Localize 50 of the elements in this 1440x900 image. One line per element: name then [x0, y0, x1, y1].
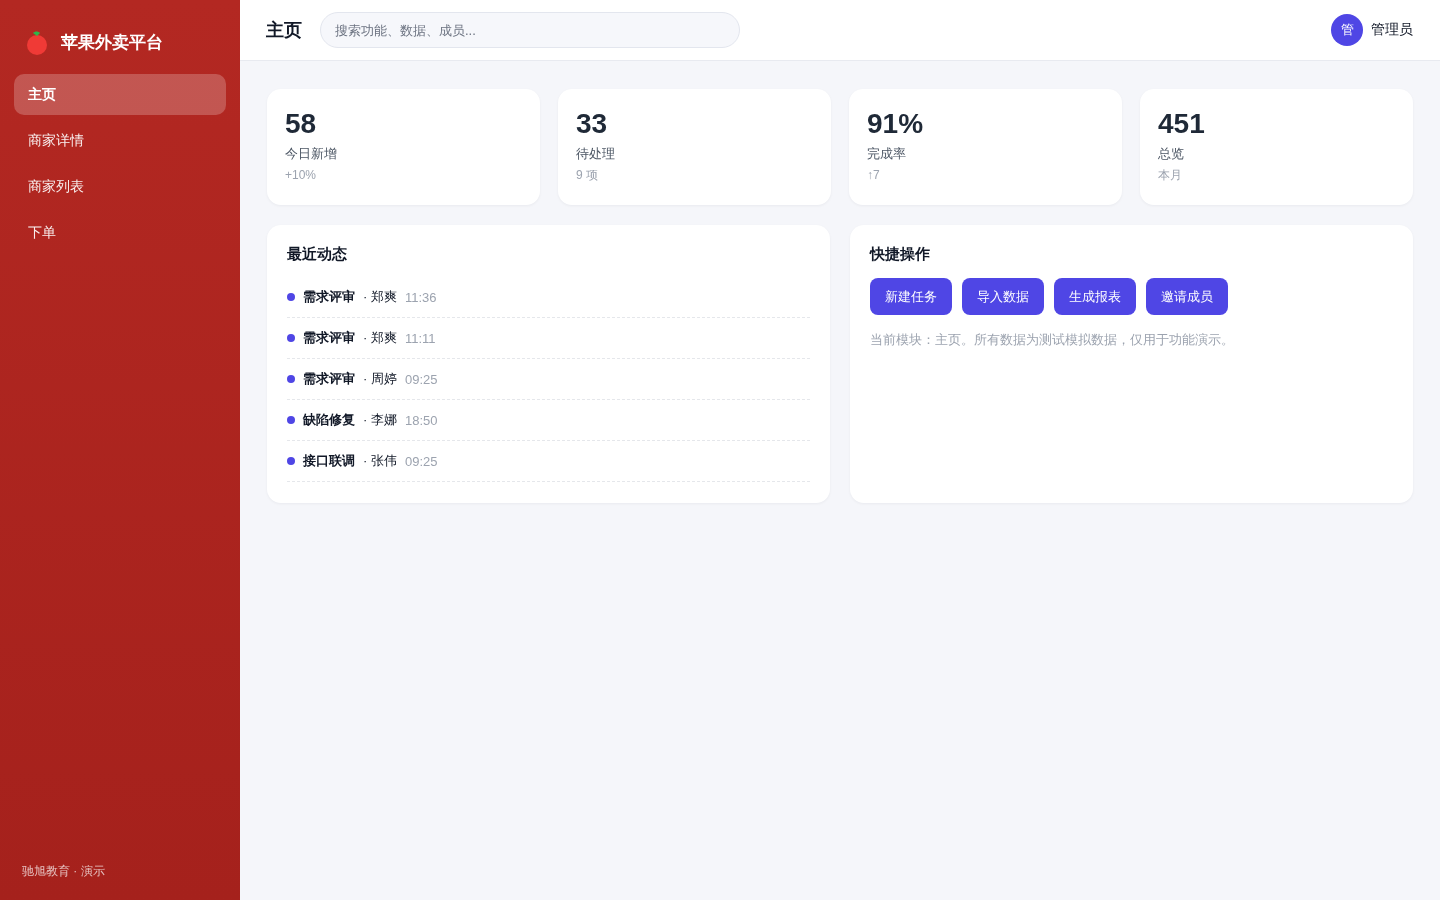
- sidebar-item[interactable]: 主页: [14, 74, 226, 115]
- sidebar-item[interactable]: 下单: [14, 212, 226, 253]
- panel-title: 最近动态: [287, 244, 347, 264]
- activity-title: 需求评审: [303, 370, 355, 388]
- stat-note: ↑7: [867, 167, 880, 183]
- sidebar-footer-text: 驰旭教育 · 演示: [21, 863, 105, 880]
- stat-label: 今日新增: [285, 145, 337, 163]
- activity-person: · 郑爽: [363, 288, 397, 306]
- search-field[interactable]: 搜索功能、数据、成员...: [320, 12, 740, 48]
- activity-title: 缺陷修复: [303, 411, 355, 429]
- stat-value: 451: [1158, 107, 1205, 141]
- activity-time: 09:25: [404, 453, 438, 469]
- apple-icon: [25, 29, 49, 55]
- action-button[interactable]: 导入数据: [962, 278, 1044, 315]
- user-name: 管理员: [1371, 21, 1413, 39]
- activity-person: · 郑爽: [363, 329, 397, 347]
- panel-title: 快捷操作: [870, 244, 930, 264]
- bullet-dot-icon: [287, 457, 295, 465]
- stat-label: 总览: [1158, 145, 1184, 163]
- activity-time: 11:11: [404, 330, 436, 346]
- action-button[interactable]: 邀请成员: [1146, 278, 1228, 315]
- stat-value: 33: [576, 107, 608, 141]
- info-text: 当前模块：主页。所有数据为测试模拟数据，仅用于功能演示。: [870, 331, 1234, 349]
- bullet-dot-icon: [287, 416, 295, 424]
- action-button[interactable]: 新建任务: [870, 278, 952, 315]
- stat-note: 9 项: [576, 167, 598, 183]
- action-button[interactable]: 生成报表: [1054, 278, 1136, 315]
- activity-person: · 张伟: [363, 452, 397, 470]
- user-avatar[interactable]: 管: [1331, 14, 1363, 46]
- bullet-dot-icon: [287, 293, 295, 301]
- stat-value: 91%: [867, 107, 924, 141]
- sidebar-item[interactable]: 商家详情: [14, 120, 226, 161]
- stat-label: 完成率: [867, 145, 906, 163]
- activity-time: 11:36: [404, 289, 437, 305]
- page-title: 主页: [266, 19, 302, 42]
- activity-time: 09:25: [404, 371, 438, 387]
- sidebar-item[interactable]: 商家列表: [14, 166, 226, 207]
- stat-note: +10%: [285, 167, 317, 183]
- bullet-dot-icon: [287, 375, 295, 383]
- activity-person: · 周婷: [363, 370, 397, 388]
- activity-time: 18:50: [404, 412, 438, 428]
- stat-value: 58: [285, 107, 317, 141]
- activity-title: 接口联调: [303, 452, 355, 470]
- activity-title: 需求评审: [303, 329, 355, 347]
- brand-name: 苹果外卖平台: [61, 31, 163, 54]
- stat-label: 待处理: [576, 145, 615, 163]
- bullet-dot-icon: [287, 334, 295, 342]
- activity-person: · 李娜: [363, 411, 397, 429]
- activity-title: 需求评审: [303, 288, 355, 306]
- stat-note: 本月: [1158, 167, 1182, 183]
